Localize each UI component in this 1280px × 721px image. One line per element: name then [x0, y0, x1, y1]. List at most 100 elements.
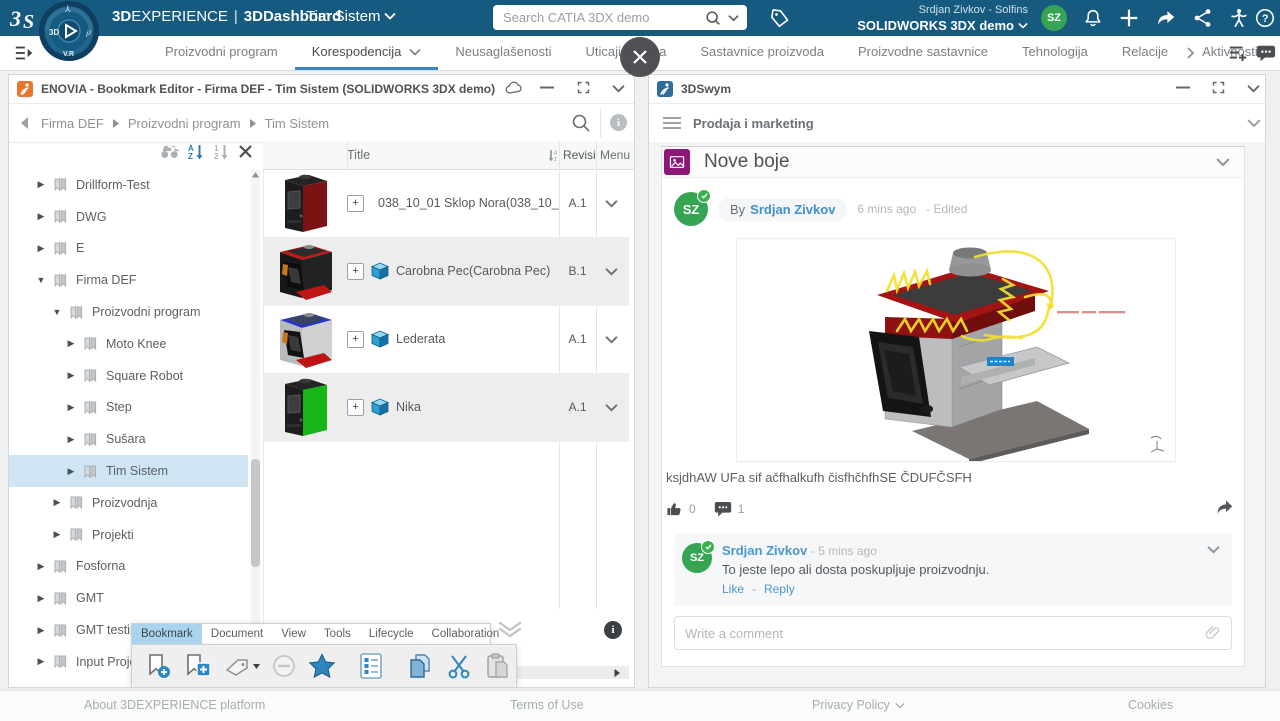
tree-item[interactable]: ▶Sušara: [9, 423, 248, 455]
dashboard-chevron-down-icon[interactable]: [384, 12, 396, 20]
tree-item[interactable]: ▶Step: [9, 392, 248, 424]
page-info-icon[interactable]: i: [604, 621, 622, 639]
chevron-right-icon[interactable]: ▶: [35, 593, 47, 604]
row-menu-chevron-icon[interactable]: [596, 403, 626, 412]
tree-scrollbar-thumb[interactable]: [251, 459, 260, 567]
table-row[interactable]: + Nika A.1: [263, 373, 629, 442]
open-drawer-icon[interactable]: [14, 44, 34, 62]
chevron-down-icon[interactable]: ▼: [51, 307, 63, 317]
toolbar-tab-collaboration[interactable]: Collaboration: [423, 624, 509, 644]
expand-plus-button[interactable]: +: [347, 331, 364, 348]
maximize-icon[interactable]: [576, 80, 591, 95]
row-menu-chevron-icon[interactable]: [596, 267, 626, 276]
window-menu-chevron-icon[interactable]: [1247, 84, 1260, 93]
bookmark-editor-titlebar[interactable]: ENOVIA - Bookmark Editor - Firma DEF - T…: [9, 75, 634, 104]
add-bookmark-icon[interactable]: [144, 652, 172, 680]
tag-dropdown-icon[interactable]: [224, 654, 260, 678]
table-row[interactable]: + Carobna Pec(Carobna Pec) B.1: [263, 237, 629, 306]
comment-reply-link[interactable]: Reply: [764, 582, 795, 596]
toolbar-tab-lifecycle[interactable]: Lifecycle: [360, 624, 423, 644]
title-sort-icon[interactable]: AZ: [548, 149, 559, 162]
tab-neusaglasenosti[interactable]: Neusaglašenosti: [438, 36, 568, 67]
copy-icon[interactable]: [406, 652, 434, 680]
post-header[interactable]: Nove boje: [662, 147, 1244, 178]
breadcrumb-firma-def[interactable]: Firma DEF: [41, 116, 104, 131]
comment-like-link[interactable]: Like: [722, 582, 744, 596]
attach-paperclip-icon[interactable]: [1193, 624, 1231, 642]
expand-plus-button[interactable]: +: [347, 263, 364, 280]
help-icon[interactable]: ?: [1254, 7, 1280, 29]
row-menu-chevron-icon[interactable]: [596, 335, 626, 344]
row-title[interactable]: Lederata: [396, 332, 445, 346]
breadcrumb-tim-sistem[interactable]: Tim Sistem: [265, 116, 330, 131]
row-title[interactable]: Carobna Pec(Carobna Pec): [396, 264, 550, 278]
table-row[interactable]: + 038_10_01 Sklop Nora(038_10_0... A.1: [263, 169, 629, 238]
tab-relacije[interactable]: Relacije: [1105, 36, 1185, 67]
paste-disabled-icon[interactable]: [484, 652, 510, 680]
notifications-bell-icon[interactable]: [1082, 7, 1104, 29]
footer-terms-link[interactable]: Terms of Use: [510, 698, 584, 712]
menu-hamburger-icon[interactable]: [663, 116, 681, 130]
collapse-toolbar-icon[interactable]: [497, 619, 523, 639]
breadcrumb-proizvodni-program[interactable]: Proizvodni program: [128, 116, 241, 131]
expand-plus-button[interactable]: +: [347, 195, 364, 212]
commenter-avatar[interactable]: SZ: [682, 543, 712, 573]
chevron-right-icon[interactable]: ▶: [35, 243, 47, 254]
chevron-right-icon[interactable]: ▶: [65, 338, 77, 349]
3ds-community-person-icon[interactable]: [1228, 7, 1250, 29]
row-title[interactable]: Nika: [396, 400, 421, 414]
info-icon[interactable]: i: [610, 114, 627, 131]
sort-12-icon[interactable]: 12: [213, 143, 229, 160]
scroll-up-icon[interactable]: [251, 171, 260, 179]
product-thumbnail[interactable]: [263, 172, 347, 234]
footer-cookies-link[interactable]: Cookies: [1128, 698, 1173, 712]
tree-item[interactable]: ▶Fosforna: [9, 551, 248, 583]
share-post-icon[interactable]: [1215, 499, 1234, 516]
tree-item[interactable]: ▶Drillform-Test: [9, 169, 248, 201]
close-panel-x-icon[interactable]: [238, 144, 253, 159]
expand-plus-button[interactable]: +: [347, 399, 364, 416]
search-input[interactable]: [493, 10, 700, 25]
more-tabs-chevron-right-icon[interactable]: [1186, 46, 1195, 60]
tree-item[interactable]: ▶GMT: [9, 582, 248, 614]
minimize-icon[interactable]: [1176, 86, 1190, 89]
tree-item-selected[interactable]: ▶Tim Sistem: [9, 455, 248, 487]
add-bookmark-folder-icon[interactable]: [183, 652, 213, 680]
tree-item[interactable]: ▶Proizvodnja: [9, 487, 248, 519]
tree-item[interactable]: ▶E: [9, 233, 248, 265]
author-name[interactable]: Srdjan Zivkov: [750, 202, 835, 217]
comment-bubble-icon[interactable]: [714, 501, 732, 517]
post-image[interactable]: [736, 238, 1176, 462]
chevron-right-icon[interactable]: ▶: [35, 561, 47, 572]
row-title[interactable]: 038_10_01 Sklop Nora(038_10_0...: [378, 196, 559, 210]
footer-privacy-link[interactable]: Privacy Policy: [812, 698, 905, 712]
share-network-icon[interactable]: [1192, 7, 1214, 29]
close-overlay-button[interactable]: [620, 37, 660, 77]
find-binoculars-icon[interactable]: [160, 144, 179, 159]
chevron-right-icon[interactable]: ▶: [65, 402, 77, 413]
commenter-name[interactable]: Srdjan Zivkov: [722, 543, 807, 558]
tree-item[interactable]: ▼Proizvodni program: [9, 296, 248, 328]
checklist-icon[interactable]: [358, 652, 384, 680]
cut-scissors-icon[interactable]: [445, 652, 473, 680]
sort-az-icon[interactable]: AZ: [188, 143, 204, 160]
chevron-right-icon[interactable]: ▶: [51, 497, 63, 508]
tree-item[interactable]: ▶Projekti: [9, 519, 248, 551]
global-search[interactable]: [493, 5, 747, 30]
platform-chevron-down-icon[interactable]: [1018, 22, 1028, 29]
chevron-right-icon[interactable]: ▶: [65, 434, 77, 445]
write-comment-box[interactable]: [674, 616, 1232, 650]
search-options-chevron-icon[interactable]: [726, 14, 747, 22]
toolbar-tab-document[interactable]: Document: [202, 624, 272, 644]
tree-item[interactable]: ▶DWG: [9, 201, 248, 233]
tab-sastavnice-proizvoda[interactable]: Sastavnice proizvoda: [683, 36, 841, 67]
back-arrow-icon[interactable]: [19, 116, 29, 130]
tree-item[interactable]: ▶Square Robot: [9, 360, 248, 392]
toolbar-tab-bookmark[interactable]: Bookmark: [132, 624, 202, 644]
chevron-right-icon[interactable]: ▶: [35, 625, 47, 636]
tree-item[interactable]: ▼Firma DEF: [9, 264, 248, 296]
tree-item[interactable]: ▶Moto Knee: [9, 328, 248, 360]
chevron-right-icon[interactable]: ▶: [35, 179, 47, 190]
user-avatar[interactable]: SZ: [1041, 5, 1067, 31]
maximize-icon[interactable]: [1211, 80, 1226, 95]
